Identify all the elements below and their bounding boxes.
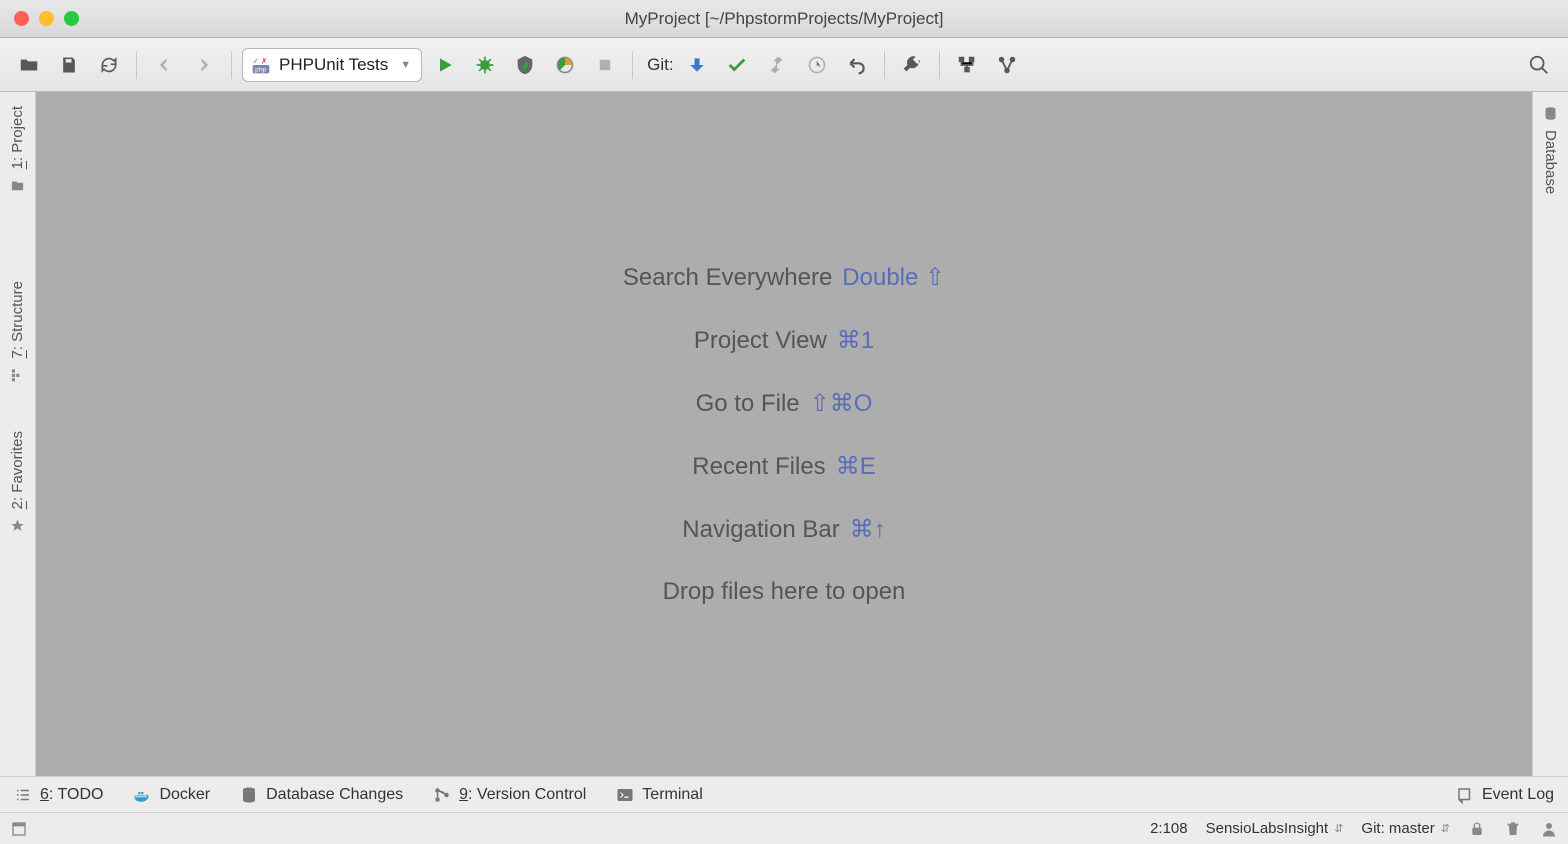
hector-widget[interactable] — [1540, 820, 1558, 838]
traffic-lights — [0, 11, 79, 26]
database-changes-label: Database Changes — [266, 786, 403, 804]
git-branch-label: Git: master — [1361, 820, 1434, 837]
search-everywhere-button[interactable] — [1522, 48, 1556, 82]
docker-tool-tab[interactable]: Docker — [133, 786, 210, 804]
lock-widget[interactable] — [1468, 820, 1486, 838]
hint-navigation-bar: Navigation Bar ⌘↑ — [682, 515, 885, 544]
right-tool-gutter: Database — [1532, 92, 1568, 776]
forward-button[interactable] — [187, 48, 221, 82]
separator — [231, 51, 232, 79]
settings-button[interactable] — [895, 48, 929, 82]
event-log-tool-tab[interactable]: Event Log — [1456, 786, 1554, 804]
git-label: Git: — [647, 55, 673, 75]
save-button[interactable] — [52, 48, 86, 82]
terminal-icon — [616, 786, 634, 804]
database-changes-icon — [240, 786, 258, 804]
separator — [939, 51, 940, 79]
phpunit-icon: ✓ ✗ php — [251, 55, 271, 75]
separator — [136, 51, 137, 79]
tool-window-quick-access[interactable] — [10, 820, 28, 838]
svg-text:✓: ✓ — [253, 56, 259, 65]
dropdown-arrows-icon: ⇵ — [1334, 822, 1343, 835]
docker-label: Docker — [159, 786, 210, 804]
separator — [884, 51, 885, 79]
separator — [632, 51, 633, 79]
terminal-label: Terminal — [642, 786, 702, 804]
hint-drop-files: Drop files here to open — [663, 578, 906, 606]
database-icon — [1543, 106, 1559, 122]
database-tab-label: Database — [1542, 130, 1559, 194]
event-log-icon — [1456, 786, 1474, 804]
lock-icon — [1468, 820, 1486, 838]
vcs-rollback-button[interactable] — [840, 48, 874, 82]
cursor-position[interactable]: 2:108 — [1150, 820, 1188, 837]
vcs-update-button[interactable] — [680, 48, 714, 82]
status-bar: 2:108 SensioLabsInsight ⇵ Git: master ⇵ — [0, 812, 1568, 844]
editor-empty-state[interactable]: Search Everywhere Double ⇧ Project View … — [36, 92, 1532, 776]
back-button[interactable] — [147, 48, 181, 82]
trash-icon — [1504, 820, 1522, 838]
structure-tab-label: 7: Structure — [9, 281, 26, 359]
hint-go-to-file: Go to File ⇧⌘O — [696, 389, 873, 418]
structure-tool-tab[interactable]: 7: Structure — [9, 267, 26, 397]
title-bar: MyProject [~/PhpstormProjects/MyProject] — [0, 0, 1568, 38]
folder-icon — [10, 177, 26, 193]
vcs-commit-button[interactable] — [720, 48, 754, 82]
svg-text:✗: ✗ — [261, 56, 267, 65]
dropdown-arrow-icon: ▼ — [400, 59, 411, 71]
run-configuration-dropdown[interactable]: ✓ ✗ php PHPUnit Tests ▼ — [242, 48, 422, 82]
project-tab-label: 1: Project — [9, 106, 26, 169]
dropdown-arrows-icon: ⇵ — [1441, 822, 1450, 835]
vcs-push-button[interactable] — [760, 48, 794, 82]
database-changes-tool-tab[interactable]: Database Changes — [240, 786, 403, 804]
run-button[interactable] — [428, 48, 462, 82]
favorites-tab-label: 2: Favorites — [9, 431, 26, 509]
terminal-tool-tab[interactable]: Terminal — [616, 786, 702, 804]
inspector-icon — [1540, 820, 1558, 838]
cursor-position-text: 2:108 — [1150, 820, 1188, 837]
vcs-history-button[interactable] — [800, 48, 834, 82]
file-structure-button[interactable] — [950, 48, 984, 82]
project-tool-tab[interactable]: 1: Project — [9, 92, 26, 207]
close-window-button[interactable] — [14, 11, 29, 26]
favorites-tool-tab[interactable]: 2: Favorites — [9, 417, 26, 547]
run-config-label: PHPUnit Tests — [279, 55, 388, 75]
stop-button[interactable] — [588, 48, 622, 82]
left-tool-gutter: 1: Project 7: Structure 2: Favorites — [0, 92, 36, 776]
window-title: MyProject [~/PhpstormProjects/MyProject] — [0, 9, 1568, 29]
hint-recent-files: Recent Files ⌘E — [692, 452, 875, 481]
todo-label: 6: TODO — [40, 786, 103, 804]
docker-icon — [133, 786, 151, 804]
star-icon — [10, 517, 26, 533]
vcs-label: 9: Version Control — [459, 786, 586, 804]
minimize-window-button[interactable] — [39, 11, 54, 26]
profile-button[interactable] — [548, 48, 582, 82]
toolbar: ✓ ✗ php PHPUnit Tests ▼ Git: — [0, 38, 1568, 92]
event-log-label: Event Log — [1482, 786, 1554, 804]
window-icon — [10, 820, 28, 838]
todo-tool-tab[interactable]: 6: TODO — [14, 786, 103, 804]
open-file-button[interactable] — [12, 48, 46, 82]
sensiolabs-label: SensioLabsInsight — [1206, 820, 1329, 837]
debug-button[interactable] — [468, 48, 502, 82]
hint-search-everywhere: Search Everywhere Double ⇧ — [623, 263, 945, 292]
dependencies-button[interactable] — [990, 48, 1024, 82]
memory-indicator[interactable] — [1504, 820, 1522, 838]
svg-text:php: php — [255, 66, 266, 73]
database-tool-tab[interactable]: Database — [1542, 92, 1559, 208]
structure-icon — [10, 367, 26, 383]
sensiolabs-widget[interactable]: SensioLabsInsight ⇵ — [1206, 820, 1344, 837]
zoom-window-button[interactable] — [64, 11, 79, 26]
vcs-icon — [433, 786, 451, 804]
version-control-tool-tab[interactable]: 9: Version Control — [433, 786, 586, 804]
bottom-tool-bar: 6: TODO Docker Database Changes 9: Versi… — [0, 776, 1568, 812]
todo-icon — [14, 786, 32, 804]
git-branch-widget[interactable]: Git: master ⇵ — [1361, 820, 1450, 837]
main-body: 1: Project 7: Structure 2: Favorites Sea… — [0, 92, 1568, 776]
hint-project-view: Project View ⌘1 — [694, 326, 874, 355]
refresh-button[interactable] — [92, 48, 126, 82]
coverage-button[interactable] — [508, 48, 542, 82]
